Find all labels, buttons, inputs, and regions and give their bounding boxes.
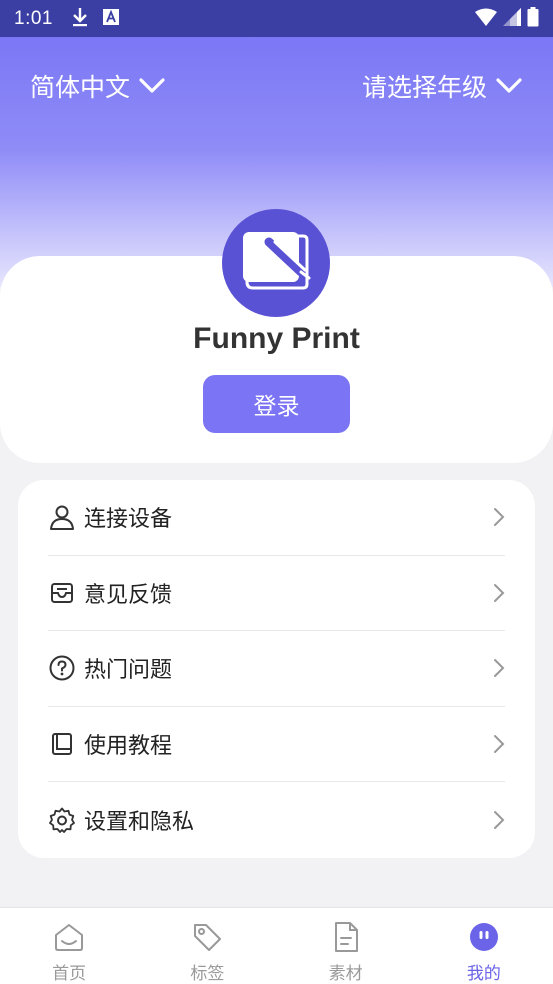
- bottom-nav: 首页 标签 素材 我的: [0, 907, 553, 984]
- home-icon: [53, 922, 85, 956]
- tag-icon: [191, 922, 223, 956]
- chevron-down-icon: [495, 72, 523, 101]
- menu-item-faq[interactable]: 热门问题: [48, 631, 505, 707]
- status-time: 1:01: [14, 7, 53, 29]
- menu-item-label: 使用教程: [84, 734, 173, 760]
- nav-label: 标签: [190, 964, 225, 984]
- nav-label: 首页: [52, 964, 87, 984]
- menu-card: 连接设备 意见反馈 热门问题 使用教程 设置和隐私: [18, 480, 535, 858]
- chevron-right-icon: [493, 810, 505, 830]
- nav-label: 素材: [328, 964, 363, 984]
- menu-item-label: 热门问题: [84, 658, 173, 684]
- profile-icon: [468, 922, 500, 956]
- grade-select[interactable]: 请选择年级: [362, 68, 523, 104]
- nav-item-home[interactable]: 首页: [0, 908, 138, 984]
- status-icons-left: [71, 7, 119, 31]
- nav-item-tags[interactable]: 标签: [138, 908, 276, 984]
- language-label: 简体中文: [30, 73, 131, 102]
- download-icon: [71, 7, 89, 31]
- avatar[interactable]: [222, 209, 330, 317]
- menu-item-connect-device[interactable]: 连接设备: [48, 480, 505, 556]
- status-bar: 1:01: [0, 0, 553, 37]
- chevron-right-icon: [493, 583, 505, 603]
- nav-item-mine[interactable]: 我的: [415, 908, 553, 984]
- menu-item-label: 设置和隐私: [84, 810, 195, 836]
- menu-item-label: 意见反馈: [84, 582, 173, 608]
- app-name: Funny Print: [193, 322, 360, 355]
- user-icon: [48, 503, 76, 531]
- document-icon: [330, 922, 362, 956]
- chevron-right-icon: [493, 734, 505, 754]
- grade-label: 请选择年级: [361, 73, 487, 102]
- nav-label: 我的: [466, 964, 501, 984]
- gear-icon: [48, 806, 76, 834]
- battery-icon: [527, 6, 539, 31]
- menu-item-label: 连接设备: [84, 507, 173, 533]
- menu-item-settings-privacy[interactable]: 设置和隐私: [48, 782, 505, 858]
- chevron-down-icon: [138, 72, 166, 101]
- menu-item-feedback[interactable]: 意见反馈: [48, 556, 505, 632]
- question-icon: [48, 654, 76, 682]
- menu-item-tutorial[interactable]: 使用教程: [48, 707, 505, 783]
- chevron-right-icon: [493, 507, 505, 527]
- app-logo-icon: [239, 228, 313, 298]
- inbox-icon: [48, 579, 76, 607]
- book-icon: [48, 730, 76, 758]
- wifi-icon: [475, 8, 497, 30]
- a-notification-icon: [102, 8, 119, 29]
- login-button[interactable]: 登录: [203, 375, 350, 433]
- signal-icon: [503, 7, 521, 30]
- nav-item-materials[interactable]: 素材: [277, 908, 415, 984]
- language-select[interactable]: 简体中文: [30, 68, 166, 104]
- chevron-right-icon: [493, 658, 505, 678]
- status-icons-right: [475, 6, 539, 31]
